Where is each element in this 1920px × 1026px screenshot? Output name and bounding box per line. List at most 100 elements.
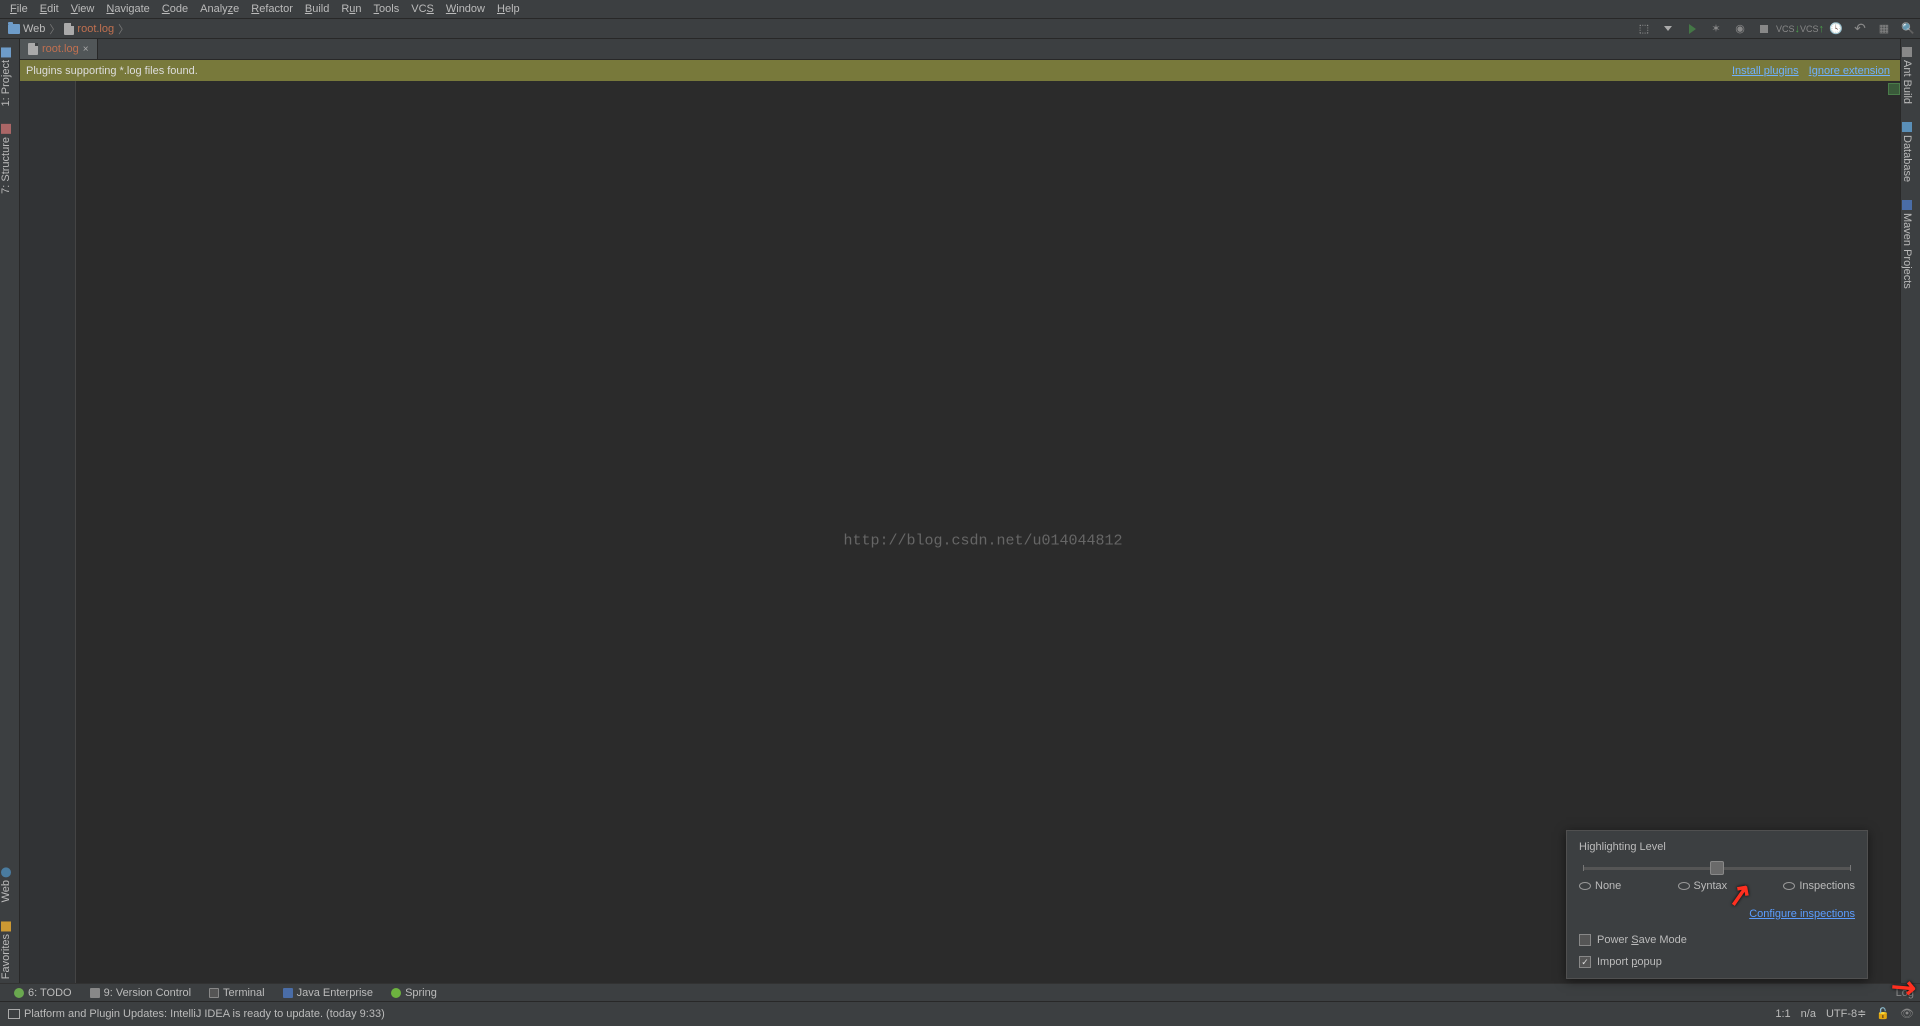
level-syntax[interactable]: Syntax <box>1678 880 1728 892</box>
watermark-text: http://blog.csdn.net/u014044812 <box>843 533 1122 550</box>
lock-icon[interactable]: 🔓 <box>1876 1007 1890 1020</box>
chevron-down-icon <box>1664 26 1672 31</box>
eye-icon <box>1783 882 1795 890</box>
status-right: 1:1 n/a UTF-8≑ 🔓 👁 <box>1775 1002 1920 1025</box>
structure-button[interactable]: ▦ <box>1874 20 1894 38</box>
debug-button[interactable]: ✶ <box>1706 20 1726 38</box>
power-save-checkbox-row[interactable]: Power Save Mode <box>1579 934 1855 946</box>
menu-navigate[interactable]: Navigate <box>100 3 155 15</box>
terminal-icon <box>209 988 219 998</box>
menu-view[interactable]: View <box>65 3 101 15</box>
bottom-tab-terminal[interactable]: Terminal <box>201 984 273 1002</box>
editor-tab-label: root.log <box>42 43 79 55</box>
status-message-text: Platform and Plugin Updates: IntelliJ ID… <box>24 1008 385 1020</box>
vcs-history-button[interactable]: 🕓 <box>1826 20 1846 38</box>
spring-icon <box>391 988 401 998</box>
menu-run[interactable]: Run <box>335 3 367 15</box>
vcs-commit-button[interactable]: VCS↑ <box>1802 20 1822 38</box>
vcs-update-label: VCS <box>1776 24 1795 34</box>
inspection-indicator[interactable] <box>1890 81 1900 1001</box>
level-none[interactable]: None <box>1579 880 1621 892</box>
event-log-label[interactable]: Log <box>1896 987 1914 999</box>
import-popup-label: Import popup <box>1597 956 1662 968</box>
todo-icon <box>14 988 24 998</box>
sidebar-item-structure[interactable]: 7: Structure <box>0 118 12 200</box>
install-plugins-link[interactable]: Install plugins <box>1732 65 1799 77</box>
stop-icon <box>1760 25 1768 33</box>
jee-icon <box>283 988 293 998</box>
sidebar-item-ant[interactable]: Ant Build <box>1901 41 1913 110</box>
stop-button[interactable] <box>1754 20 1774 38</box>
toolbar: Web 〉 root.log 〉 ⬚ ✶ ◉ VCS↓ VCS↑ 🕓 ↶ ▦ 🔍 <box>0 19 1920 39</box>
chevron-right-icon: 〉 <box>118 21 129 37</box>
vcs-update-button[interactable]: VCS↓ <box>1778 20 1798 38</box>
maven-icon <box>1902 200 1912 210</box>
close-icon[interactable]: × <box>83 44 89 55</box>
power-save-label: Power Save Mode <box>1597 934 1687 946</box>
run-config-dropdown[interactable] <box>1658 20 1678 38</box>
toolbar-right: ⬚ ✶ ◉ VCS↓ VCS↑ 🕓 ↶ ▦ 🔍 <box>1634 19 1918 38</box>
insert-mode[interactable]: n/a <box>1801 1008 1816 1020</box>
menu-refactor[interactable]: Refactor <box>245 3 299 15</box>
file-icon <box>64 23 74 35</box>
checkbox-checked-icon[interactable]: ✓ <box>1579 956 1591 968</box>
menu-window[interactable]: Window <box>440 3 491 15</box>
run-button[interactable] <box>1682 20 1702 38</box>
menu-tools[interactable]: Tools <box>368 3 406 15</box>
breadcrumb-file[interactable]: root.log <box>60 23 118 35</box>
undo-icon: ↶ <box>1854 20 1866 37</box>
vc-icon <box>90 988 100 998</box>
breadcrumb-project[interactable]: Web <box>4 23 49 35</box>
configure-inspections-link[interactable]: Configure inspections <box>1749 908 1855 920</box>
vcs-commit-label: VCS <box>1800 24 1819 34</box>
breadcrumb: Web 〉 root.log 〉 <box>0 19 129 38</box>
caret-position[interactable]: 1:1 <box>1775 1008 1790 1020</box>
database-icon <box>1902 122 1912 132</box>
editor-tab-strip: root.log × <box>20 39 1900 60</box>
chevron-right-icon: 〉 <box>49 21 60 37</box>
import-popup-checkbox-row[interactable]: ✓ Import popup <box>1579 956 1855 968</box>
editor-tab-rootlog[interactable]: root.log × <box>20 39 98 59</box>
sidebar-item-project[interactable]: 1: Project <box>0 41 12 112</box>
project-icon <box>1 47 11 57</box>
level-inspections[interactable]: Inspections <box>1783 880 1855 892</box>
breadcrumb-project-label: Web <box>23 23 45 35</box>
ignore-extension-link[interactable]: Ignore extension <box>1809 65 1890 77</box>
menu-code[interactable]: Code <box>156 3 194 15</box>
status-bar: Platform and Plugin Updates: IntelliJ ID… <box>0 1001 1920 1025</box>
menu-build[interactable]: Build <box>299 3 335 15</box>
bottom-tab-todo[interactable]: 6: TODO <box>6 984 80 1002</box>
search-everywhere-button[interactable]: 🔍 <box>1898 20 1918 38</box>
menu-edit[interactable]: Edit <box>34 3 65 15</box>
bug-icon: ✶ <box>1711 22 1720 35</box>
folder-icon <box>8 24 20 34</box>
ant-icon <box>1902 47 1912 57</box>
menu-analyze[interactable]: Analyze <box>194 3 245 15</box>
bottom-tab-version-control[interactable]: 9: Version Control <box>82 984 199 1002</box>
menu-vcs[interactable]: VCS <box>405 3 440 15</box>
right-tool-strip: Ant Build Database Maven Projects <box>1900 39 1920 1001</box>
run-config-icon[interactable]: ⬚ <box>1634 20 1654 38</box>
play-icon <box>1689 24 1696 34</box>
eye-icon <box>1678 882 1690 890</box>
slider-thumb[interactable] <box>1710 861 1724 875</box>
checkbox-unchecked-icon[interactable] <box>1579 934 1591 946</box>
highlighting-slider[interactable] <box>1579 867 1855 870</box>
bottom-tab-jee[interactable]: Java Enterprise <box>275 984 381 1002</box>
coverage-button[interactable]: ◉ <box>1730 20 1750 38</box>
status-message[interactable]: Platform and Plugin Updates: IntelliJ ID… <box>0 1002 393 1026</box>
file-encoding[interactable]: UTF-8≑ <box>1826 1007 1866 1020</box>
left-tool-strip: 1: Project 7: Structure Web 2: Favorites <box>0 39 20 1001</box>
menu-help[interactable]: Help <box>491 3 526 15</box>
vcs-revert-button[interactable]: ↶ <box>1850 20 1870 38</box>
popup-title: Highlighting Level <box>1579 841 1855 853</box>
bottom-tab-spring[interactable]: Spring <box>383 984 445 1002</box>
inspector-icon[interactable]: 👁 <box>1900 1007 1914 1020</box>
bottom-tabs-row: 6: TODO 9: Version Control Terminal Java… <box>0 983 1920 1001</box>
file-icon <box>28 43 38 55</box>
menu-file[interactable]: File <box>4 3 34 15</box>
sidebar-item-web[interactable]: Web <box>0 861 12 908</box>
sidebar-item-database[interactable]: Database <box>1901 116 1913 188</box>
breadcrumb-file-label: root.log <box>77 23 114 35</box>
sidebar-item-maven[interactable]: Maven Projects <box>1901 194 1913 295</box>
